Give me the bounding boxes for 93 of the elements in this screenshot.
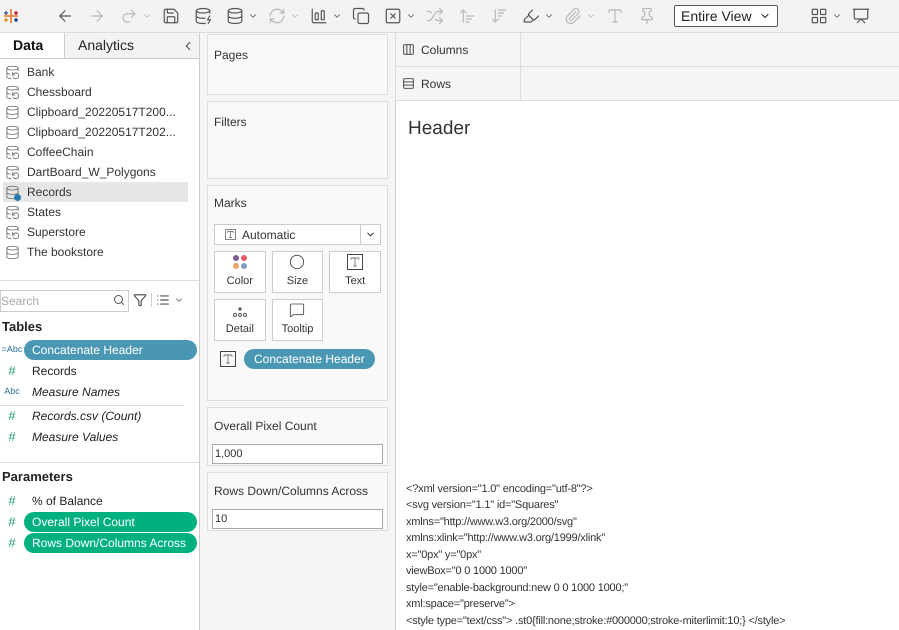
datasource-item[interactable]: Superstore	[3, 222, 188, 242]
field-type-label: #	[7, 407, 17, 426]
datasource-item[interactable]: Records	[3, 182, 188, 202]
field-type-label: #	[7, 362, 17, 380]
text-line: xmlns:xlink="http://www.w3.org/1999/xlink"	[406, 531, 606, 546]
mark-property-button[interactable]: Color	[214, 251, 266, 293]
datasource-icon	[5, 244, 20, 260]
datasource-icon	[5, 204, 20, 220]
view-size-select[interactable]: Entire View	[674, 5, 778, 27]
parameter-input[interactable]: 1,000	[212, 444, 383, 464]
parameter-input[interactable]: 10	[212, 509, 383, 529]
search-icon	[113, 294, 125, 306]
datasource-item[interactable]: Clipboard_20220517T200...	[3, 102, 188, 122]
datasource-connected-icon	[5, 184, 20, 200]
mark-type-select[interactable]: Automatic	[214, 224, 381, 245]
datasource-item[interactable]: The bookstore	[3, 242, 188, 262]
field-type-label: Abc	[3, 385, 21, 398]
card-title: Pages	[214, 48, 248, 62]
highlighter-icon	[522, 7, 540, 25]
mark-property-button[interactable]: Detail	[214, 299, 266, 341]
save-icon	[162, 7, 180, 25]
pin-icon	[638, 7, 656, 25]
field-type-label: #	[7, 512, 17, 531]
columns-icon	[402, 43, 415, 56]
datasource-item[interactable]: CoffeeChain	[3, 142, 188, 162]
text-line: xmlns="http://www.w3.org/2000/svg"	[406, 514, 578, 530]
field-type-label: =Abc	[0, 343, 24, 356]
datasource-icon	[5, 164, 20, 180]
paperclip-icon	[564, 7, 582, 25]
color-dots-icon	[232, 254, 248, 270]
collapse-button[interactable]	[177, 33, 199, 58]
datasource-item[interactable]: States	[3, 202, 188, 222]
datasource-icon	[5, 144, 20, 160]
grid-icon	[810, 7, 828, 25]
search-field[interactable]: Search	[0, 290, 129, 312]
bar-chart-icon	[310, 7, 328, 25]
size-icon	[289, 254, 306, 270]
datasource-icon	[5, 64, 20, 80]
sort-ascending-icon	[458, 7, 476, 25]
datasource-icon	[5, 104, 20, 120]
text-icon	[220, 351, 236, 367]
refresh-icon	[268, 7, 286, 25]
text-line: x="0px" y="0px"	[406, 548, 482, 562]
presentation-icon	[852, 7, 870, 25]
sheet-title: Header	[408, 117, 472, 141]
text-icon	[347, 254, 364, 270]
datasource-item[interactable]: Chessboard	[3, 82, 188, 102]
datasource-item[interactable]: Clipboard_20220517T202...	[3, 122, 188, 142]
datasource-item[interactable]: Bank	[3, 62, 188, 82]
mark-property-button[interactable]: Text	[329, 251, 381, 293]
text-line: style="enable-background:new 0 0 1000 1000;"	[406, 580, 629, 596]
rows-icon	[402, 77, 415, 90]
mark-property-button[interactable]: Size	[272, 251, 324, 293]
datasource-icon	[5, 84, 20, 100]
tooltip-icon	[289, 302, 306, 318]
database-icon	[226, 7, 244, 25]
text-line: <?xml version="1.0" encoding="utf-8"?>	[406, 482, 594, 496]
detail-dots-icon	[232, 306, 248, 318]
card-title: Overall Pixel Count	[213, 418, 318, 435]
text-mark-icon	[225, 229, 236, 240]
sort-descending-icon	[490, 7, 508, 25]
card-title: Filters	[214, 115, 247, 129]
section-heading: Tables	[1, 318, 44, 336]
card-title: Marks	[214, 195, 248, 212]
text-line: viewBox="0 0 1000 1000"	[406, 564, 528, 579]
field-name[interactable]: Records.csv (Count)	[24, 407, 150, 425]
field-name[interactable]: Measure Names	[24, 383, 128, 401]
square-x-icon	[384, 7, 402, 25]
field-name[interactable]: % of Balance	[24, 492, 111, 510]
text-line: xml:space="preserve">	[406, 597, 516, 612]
text-box-icon	[606, 7, 624, 25]
list-view-icon[interactable]	[156, 293, 170, 307]
copy-icon	[352, 7, 370, 25]
filter-icon[interactable]	[133, 293, 147, 307]
card-title: Rows Down/Columns Across	[213, 483, 370, 500]
field-name[interactable]: Records	[24, 362, 85, 380]
shuffle-icon	[426, 7, 444, 25]
redo-arrow-icon	[120, 7, 138, 25]
text-line: <svg version="1.1" id="Squares"	[406, 498, 560, 513]
field-name[interactable]: Measure Values	[24, 428, 126, 446]
logo-icon	[2, 7, 20, 25]
datasource-icon	[5, 124, 20, 140]
database-icon	[194, 7, 212, 25]
mark-property-button[interactable]: Tooltip	[272, 299, 324, 341]
text-line: <style type="text/css"> .st0{fill:none;stroke:#000000;stroke-miterlimit:10;} </style>	[406, 614, 786, 628]
field-type-label: #	[7, 428, 17, 446]
arrow-right-icon	[88, 7, 106, 25]
field-type-label: #	[7, 492, 17, 510]
datasource-icon	[5, 224, 20, 240]
pane-tab[interactable]: Analytics	[64, 33, 177, 58]
section-heading: Parameters	[1, 468, 74, 486]
field-type-label: #	[7, 534, 17, 552]
datasource-item[interactable]: DartBoard_W_Polygons	[3, 162, 188, 182]
